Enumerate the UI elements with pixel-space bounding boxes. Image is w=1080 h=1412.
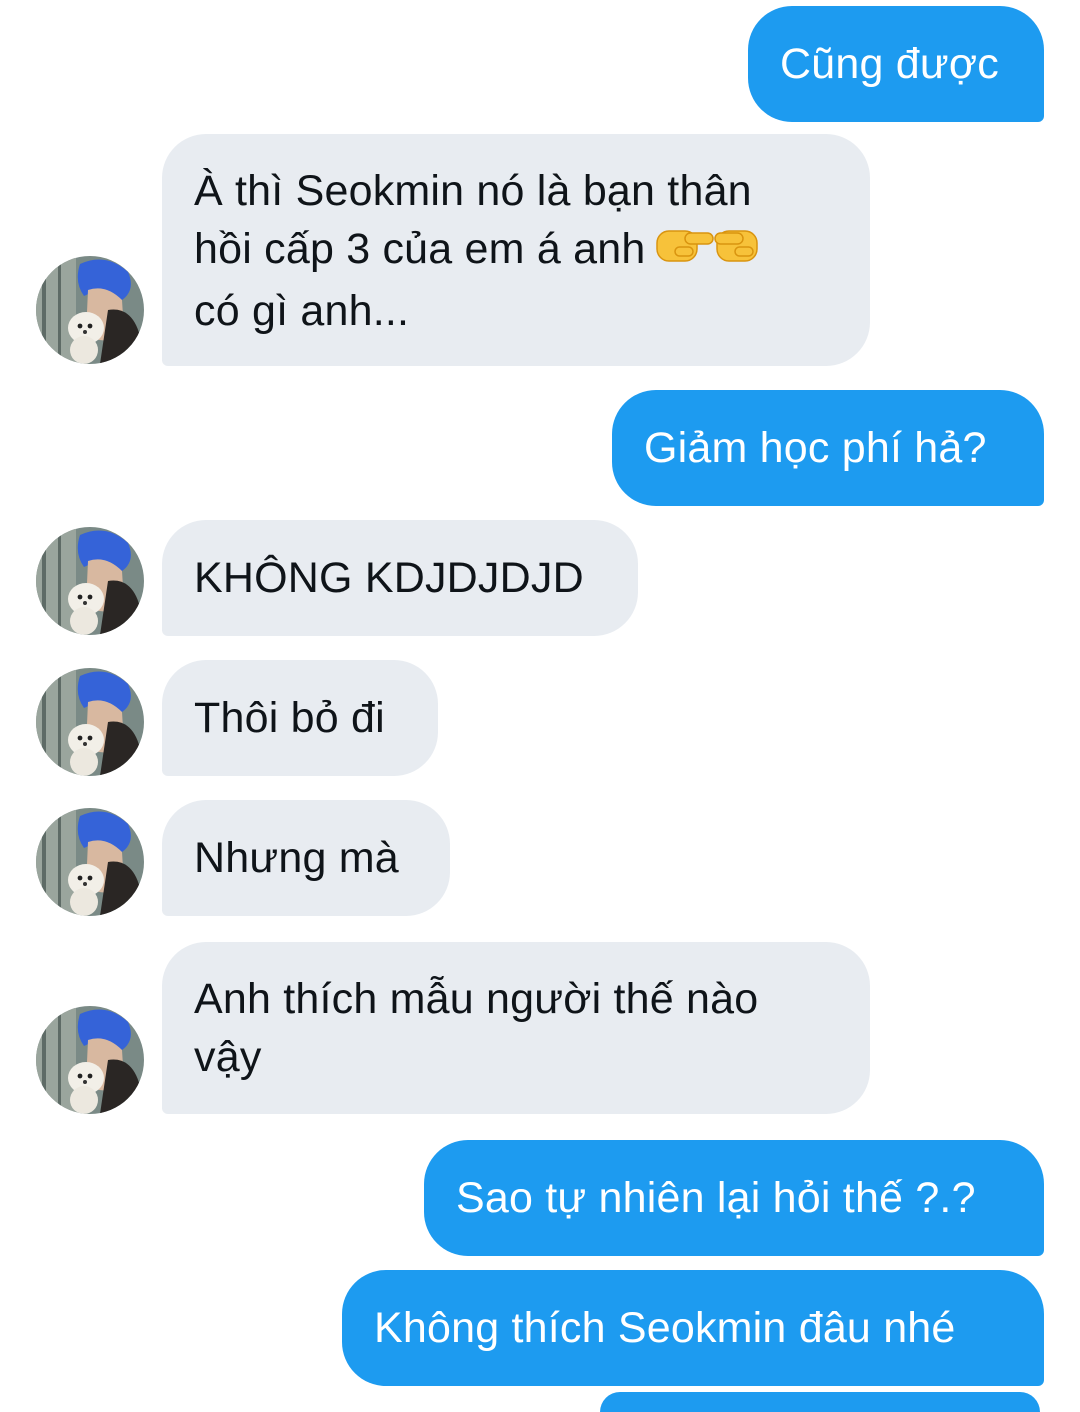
contact-avatar[interactable] — [36, 1006, 144, 1114]
message-line: vậy — [194, 1033, 262, 1081]
message-line-with-emoji: hồi cấp 3 của em á anh — [194, 220, 838, 282]
message-text: Nhưng mà — [194, 834, 399, 882]
message-text: Sao tự nhiên lại hỏi thế ?.? — [456, 1174, 976, 1222]
message-bubble-sent[interactable]: Cũng được — [748, 6, 1044, 122]
message-bubble-sent[interactable]: Giảm học phí hả? — [612, 390, 1044, 506]
avatar-photo-icon — [36, 527, 144, 635]
contact-avatar[interactable] — [36, 256, 144, 364]
message-bubble-sent[interactable]: Sao tự nhiên lại hỏi thế ?.? — [424, 1140, 1044, 1256]
pointing-hands-emoji-icon — [655, 221, 773, 282]
contact-avatar[interactable] — [36, 527, 144, 635]
avatar-photo-icon — [36, 668, 144, 776]
contact-avatar[interactable] — [36, 808, 144, 916]
message-bubble-received[interactable]: À thì Seokmin nó là bạn thân hồi cấp 3 c… — [162, 134, 870, 366]
message-text: Cũng được — [780, 40, 999, 88]
message-line: hồi cấp 3 của em á anh — [194, 225, 646, 273]
message-bubble-sent[interactable]: Không thích Seokmin đâu nhé — [342, 1270, 1044, 1386]
message-bubble-received[interactable]: Thôi bỏ đi — [162, 660, 438, 776]
message-line: Anh thích mẫu người thế nào — [194, 975, 759, 1023]
message-text: Giảm học phí hả? — [644, 424, 987, 472]
contact-avatar[interactable] — [36, 668, 144, 776]
message-line: có gì anh... — [194, 287, 410, 336]
message-line: À thì Seokmin nó là bạn thân — [194, 167, 752, 215]
message-text: Thôi bỏ đi — [194, 694, 385, 742]
message-bubble-received[interactable]: KHÔNG KDJDJDJD — [162, 520, 638, 636]
message-bubble-sent-partial[interactable] — [600, 1392, 1040, 1412]
message-bubble-received[interactable]: Nhưng mà — [162, 800, 450, 916]
message-text: Không thích Seokmin đâu nhé — [374, 1304, 956, 1352]
avatar-photo-icon — [36, 256, 144, 364]
message-bubble-received[interactable]: Anh thích mẫu người thế nào vậy — [162, 942, 870, 1114]
avatar-photo-icon — [36, 1006, 144, 1114]
avatar-photo-icon — [36, 808, 144, 916]
message-text: KHÔNG KDJDJDJD — [194, 554, 584, 602]
